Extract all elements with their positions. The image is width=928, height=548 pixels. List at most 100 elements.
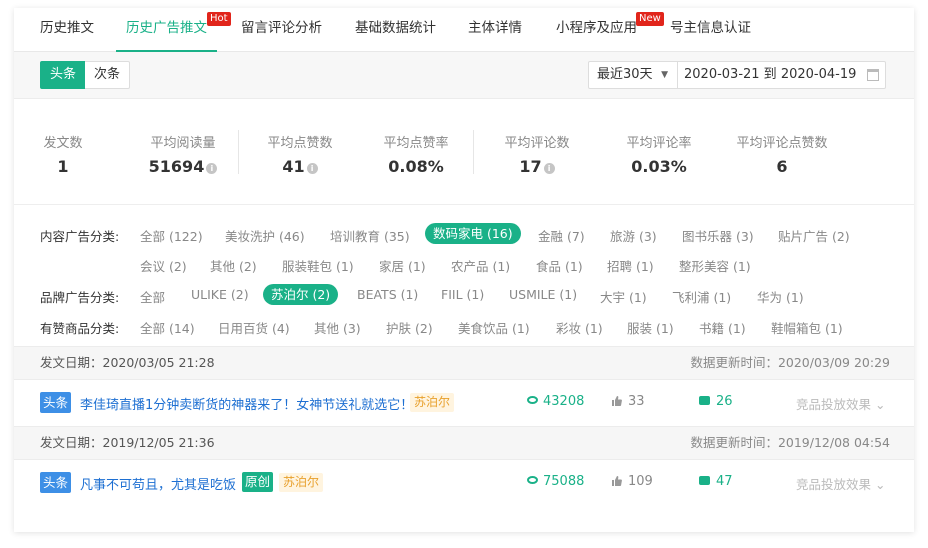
position-second-button[interactable]: 次条 [85,61,131,89]
hot-badge: Hot [207,12,231,26]
filter-option[interactable]: 贴片广告 (2) [778,226,850,245]
filter-option[interactable]: 服装 (1) [627,318,674,337]
effect-label: 竞品投放效果 [796,397,872,412]
filter-option[interactable]: 服装鞋包 (1) [282,256,354,275]
date-range-value: 2020-03-21 到 2020-04-19 [684,67,857,82]
tab-basic-stats[interactable]: 基础数据统计 [355,8,436,52]
filter-option[interactable]: 护肤 (2) [386,318,433,337]
tab-label: 小程序及应用 [556,20,637,36]
tab-mini-programs[interactable]: 小程序及应用 [556,8,637,52]
filter-option-selected[interactable]: 苏泊尔 (2) [263,284,339,305]
filter-option[interactable]: 食品 (1) [536,256,583,275]
filter-option[interactable]: 其他 (2) [210,256,257,275]
article-title-link[interactable]: 李佳琦直播1分钟卖断货的神器来了！女神节送礼就选它！ [80,394,413,413]
filter-option[interactable]: 招聘 (1) [607,256,654,275]
comment-count: 47 [699,474,733,489]
competitor-effect-toggle[interactable]: 竞品投放效果 ⌄ [796,394,885,413]
stat-value-row: 17 i [497,157,577,176]
article-date-header: 发文日期：2019/12/05 21:36 数据更新时间：2019/12/08 … [14,426,914,460]
tab-owner-verification[interactable]: 号主信息认证 [670,8,751,52]
date-range-input[interactable]: 2020-03-21 到 2020-04-19 [677,61,886,89]
filter-option[interactable]: 金融 (7) [538,226,585,245]
filter-option[interactable]: 全部 [140,287,165,306]
stat-value: 41 [282,157,305,176]
tab-history-posts[interactable]: 历史推文 [40,8,94,52]
tab-label: 主体详情 [468,20,522,36]
filter-option[interactable]: 整形美容 (1) [679,256,751,275]
thumbs-up-icon [612,476,622,486]
read-count: 75088 [527,474,584,489]
stat-avg-likes: 平均点赞数 41 i [260,132,340,176]
filter-option[interactable]: 日用百货 (4) [218,318,290,337]
filter-option[interactable]: 培训教育 (35) [330,226,410,245]
ad-history-panel: 历史推文 历史广告推文 Hot 留言评论分析 基础数据统计 主体详情 小程序及应… [14,8,914,532]
comment-count-value: 26 [716,394,733,409]
info-icon[interactable]: i [543,163,555,174]
period-select[interactable]: 最近30天 ▼ [588,61,678,89]
stat-value-row: 41 i [260,157,340,176]
chevron-down-icon: ⌄ [875,477,886,492]
filter-option[interactable]: 美食饮品 (1) [458,318,530,337]
filter-option[interactable]: 农产品 (1) [451,256,510,275]
filter-option-selected[interactable]: 数码家电 (16) [425,223,521,244]
stat-value: 0.08% [388,157,444,176]
eye-icon [527,396,538,404]
position-head-button[interactable]: 头条 [40,61,87,89]
filter-option[interactable]: 华为 (1) [757,287,804,306]
info-icon[interactable]: i [206,163,218,174]
filter-row-content-2: 会议 (2) 其他 (2) 服装鞋包 (1) 家居 (1) 农产品 (1) 食品… [14,253,914,279]
brand-tag: 苏泊尔 [279,473,324,492]
stat-label: 平均评论数 [504,136,570,151]
comment-count-value: 47 [716,474,733,489]
like-count-value: 109 [628,474,653,489]
tab-label: 留言评论分析 [241,20,322,36]
article-row: 头条 李佳琦直播1分钟卖断货的神器来了！女神节送礼就选它！ 苏泊尔 43208 … [14,380,914,426]
filter-option[interactable]: BEATS (1) [357,287,418,302]
stat-value: 6 [776,157,788,176]
filter-option[interactable]: 其他 (3) [314,318,361,337]
tab-entity-details[interactable]: 主体详情 [468,8,522,52]
article-title-link[interactable]: 凡事不可苟且，尤其是吃饭 [80,474,236,493]
stat-value-row: 51694 i [138,157,228,176]
read-count-value: 75088 [543,474,585,489]
filter-option[interactable]: 大宇 (1) [600,287,647,306]
filter-option[interactable]: 全部 (122) [140,226,203,245]
filter-option[interactable]: 彩妆 (1) [556,318,603,337]
filter-option[interactable]: 美妆洗护 (46) [225,226,305,245]
effect-label: 竞品投放效果 [796,477,872,492]
filter-option[interactable]: 全部 (14) [140,318,195,337]
comment-icon [699,396,710,405]
info-icon[interactable]: i [306,163,318,174]
filter-option[interactable]: 旅游 (3) [610,226,657,245]
filter-option[interactable]: 书籍 (1) [699,318,746,337]
filter-option[interactable]: 会议 (2) [140,256,187,275]
tab-comment-analysis[interactable]: 留言评论分析 [241,8,322,52]
tab-label: 历史广告推文 [126,20,207,36]
tab-label: 历史推文 [40,20,94,36]
tab-history-ad-posts[interactable]: 历史广告推文 [116,8,217,52]
filter-option[interactable]: 家居 (1) [379,256,426,275]
stat-value: 17 [519,157,542,176]
filter-row-brand: 品牌广告分类: 全部 ULIKE (2) 苏泊尔 (2) BEATS (1) F… [14,284,914,310]
read-count: 43208 [527,394,584,409]
read-count-value: 43208 [543,394,585,409]
toolbar: 头条 次条 最近30天 ▼ 2020-03-21 到 2020-04-19 [14,52,914,99]
filter-option[interactable]: 图书乐器 (3) [682,226,754,245]
stat-label: 发文数 [43,136,83,151]
filter-option[interactable]: FIIL (1) [441,287,484,302]
competitor-effect-toggle[interactable]: 竞品投放效果 ⌄ [796,474,885,493]
filter-option[interactable]: 飞利浦 (1) [672,287,731,306]
chevron-down-icon: ▼ [661,70,668,80]
new-badge: New [636,12,664,26]
tab-label: 号主信息认证 [670,20,751,36]
tab-bar: 历史推文 历史广告推文 Hot 留言评论分析 基础数据统计 主体详情 小程序及应… [14,8,914,52]
data-updated-time: 数据更新时间：2020/03/09 20:29 [690,355,890,370]
stat-label: 平均阅读量 [150,136,216,151]
filter-option[interactable]: 鞋帽箱包 (1) [771,318,843,337]
stat-avg-comment-likes: 平均评论点赞数 6 [732,132,832,176]
like-count: 109 [612,474,653,489]
like-count-value: 33 [628,394,645,409]
filter-label: 内容广告分类: [40,229,120,244]
filter-option[interactable]: USMILE (1) [509,287,577,302]
filter-option[interactable]: ULIKE (2) [191,287,249,302]
